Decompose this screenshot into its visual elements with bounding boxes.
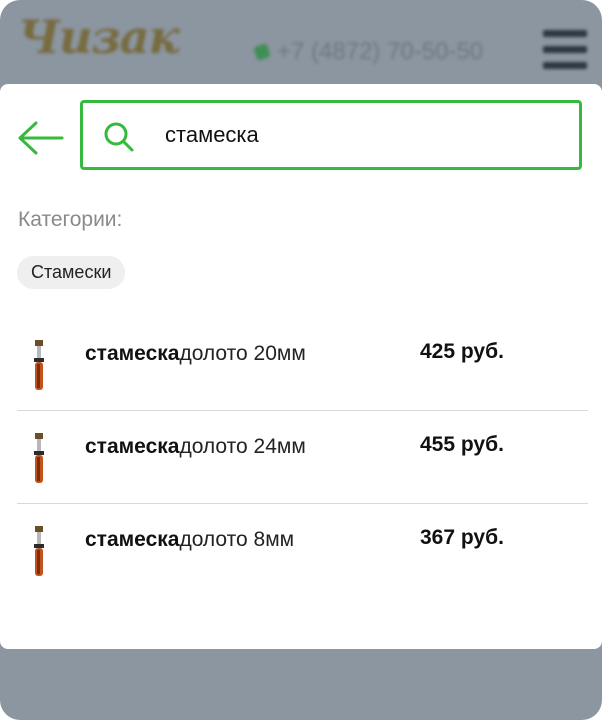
category-chip-stameski[interactable]: Стамески — [17, 256, 126, 289]
screen-frame: Чизак +7 (4872) 70-50-50 Категории: Стам… — [0, 0, 602, 720]
back-button[interactable] — [16, 118, 64, 158]
result-item[interactable]: стамескадолото 20мм 425 руб. — [17, 318, 588, 411]
search-icon — [104, 122, 134, 152]
product-thumbnail — [34, 433, 44, 483]
product-thumbnail — [34, 526, 44, 576]
arrow-left-icon — [18, 121, 64, 155]
result-name: стамескадолото 8мм — [85, 528, 295, 551]
result-price: 367 руб. — [420, 526, 504, 549]
search-input[interactable] — [165, 117, 565, 153]
site-header: Чизак +7 (4872) 70-50-50 — [0, 0, 602, 84]
phone-icon — [253, 43, 271, 61]
site-logo: Чизак — [18, 10, 180, 64]
header-phone: +7 (4872) 70-50-50 — [253, 38, 484, 66]
product-thumbnail — [34, 340, 44, 390]
phone-number: +7 (4872) 70-50-50 — [277, 38, 484, 65]
result-item[interactable]: стамескадолото 8мм 367 руб. — [17, 504, 588, 596]
search-field[interactable] — [80, 100, 582, 170]
search-results: стамескадолото 20мм 425 руб. стамескадол… — [17, 318, 588, 596]
result-price: 425 руб. — [420, 340, 504, 363]
result-item[interactable]: стамескадолото 24мм 455 руб. — [17, 411, 588, 504]
result-name: стамескадолото 24мм — [85, 435, 306, 458]
hamburger-menu-icon — [543, 30, 587, 78]
categories-label: Категории: — [18, 208, 123, 231]
result-name: стамескадолото 20мм — [85, 342, 306, 365]
result-price: 455 руб. — [420, 433, 504, 456]
